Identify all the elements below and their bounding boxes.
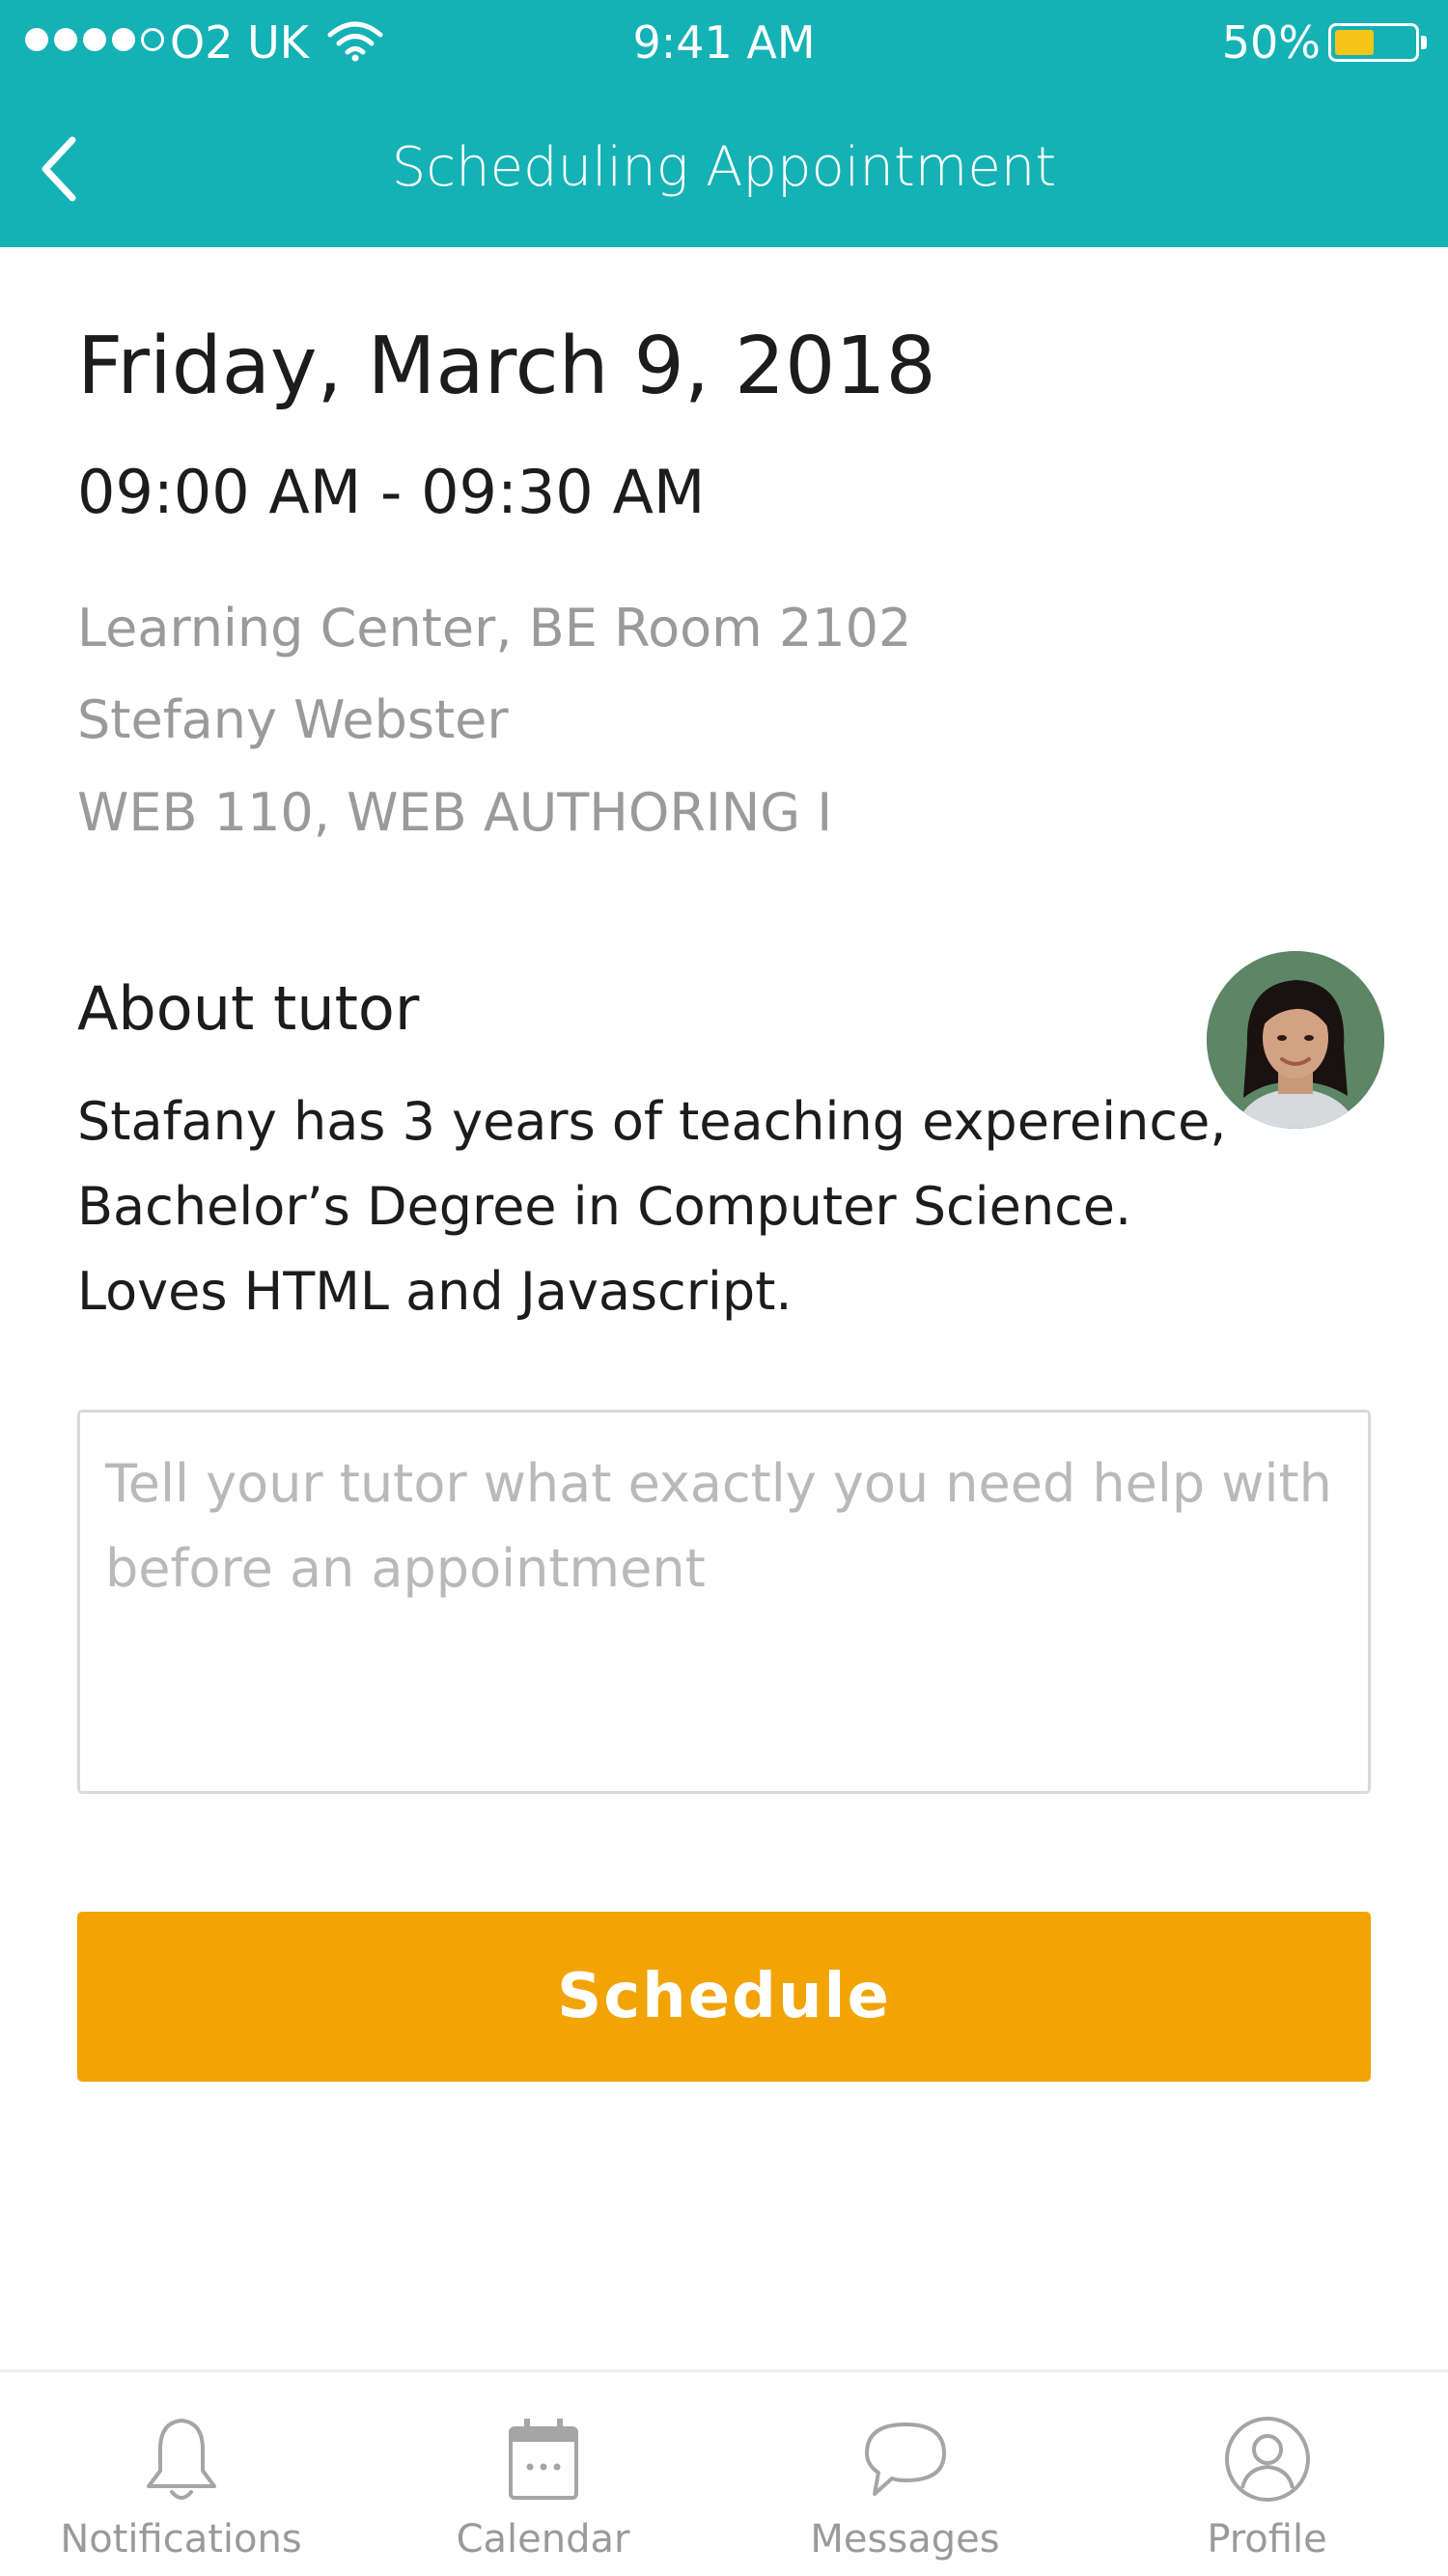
tab-label-profile: Profile (1207, 2517, 1327, 2562)
battery-icon (1328, 23, 1427, 62)
battery-percent: 50% (1221, 16, 1321, 69)
nav-bar: Scheduling Appointment (0, 106, 1448, 232)
user-icon (1224, 2417, 1310, 2502)
course-name: WEB 110, WEB AUTHORING I (77, 782, 833, 843)
tab-label-notifications: Notifications (60, 2517, 302, 2562)
calendar-icon (508, 2419, 578, 2500)
bell-icon (146, 2419, 216, 2500)
tab-label-calendar: Calendar (456, 2517, 630, 2562)
tutor-name: Stefany Webster (77, 689, 509, 750)
battery-fill (1335, 30, 1374, 55)
appointment-date: Friday, March 9, 2018 (77, 321, 936, 412)
tab-label-messages: Messages (810, 2517, 1000, 2562)
appointment-location: Learning Center, BE Room 2102 (77, 598, 912, 658)
chat-bubble-icon (864, 2422, 946, 2496)
appointment-time-range: 09:00 AM - 09:30 AM (77, 457, 706, 527)
status-bar: O2 UK 9:41 AM 50% (0, 0, 1448, 87)
help-request-textarea[interactable] (77, 1410, 1371, 1794)
tab-bar: Notifications Calendar Messages Profile (0, 2369, 1448, 2576)
page-title: Scheduling Appointment (391, 136, 1057, 199)
tab-messages[interactable]: Messages (724, 2372, 1086, 2576)
schedule-button[interactable]: Schedule (77, 1912, 1371, 2082)
app-header: O2 UK 9:41 AM 50% Scheduling Appointment (0, 0, 1448, 247)
tab-calendar[interactable]: Calendar (362, 2372, 724, 2576)
tab-profile[interactable]: Profile (1086, 2372, 1448, 2576)
about-tutor-heading: About tutor (77, 973, 420, 1044)
about-tutor-text: Stafany has 3 years of teaching experein… (77, 1091, 1227, 1322)
tab-notifications[interactable]: Notifications (0, 2372, 362, 2576)
